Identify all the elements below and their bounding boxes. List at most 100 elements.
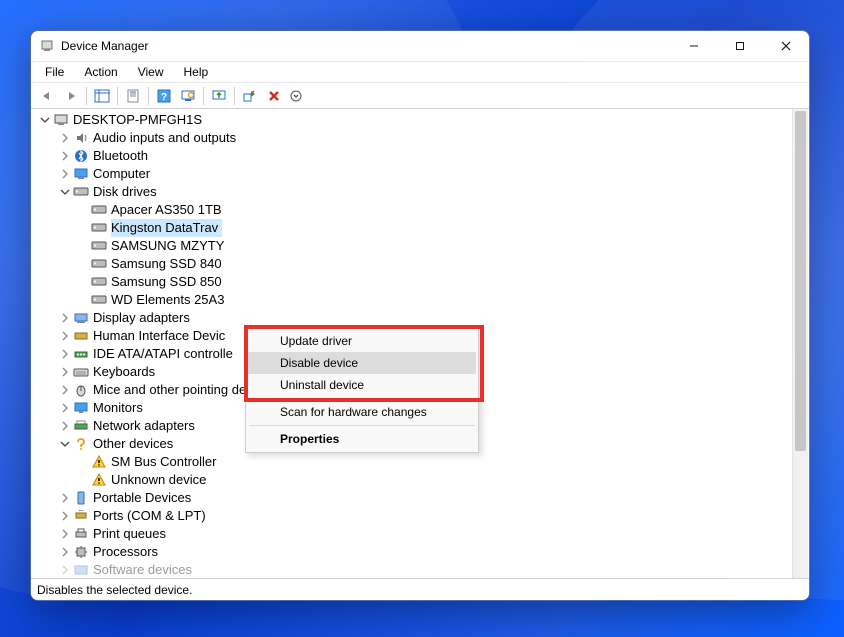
- context-menu-disable-device[interactable]: Disable device: [248, 352, 476, 374]
- tree-item-label: SAMSUNG MZYTY: [111, 237, 224, 255]
- disk-icon: [73, 184, 89, 200]
- expander-icon[interactable]: [59, 348, 71, 360]
- svg-text:?: ?: [161, 92, 167, 103]
- expander-icon[interactable]: [59, 186, 71, 198]
- expander-icon[interactable]: [59, 150, 71, 162]
- update-driver-icon: [212, 89, 226, 103]
- audio-icon: [73, 130, 89, 146]
- context-menu-uninstall-device[interactable]: Uninstall device: [248, 374, 476, 396]
- disk-icon: [91, 256, 107, 272]
- disk-icon: [91, 220, 107, 236]
- tree-item-disk[interactable]: WD Elements 25A3: [35, 291, 805, 309]
- maximize-button[interactable]: [717, 31, 763, 61]
- console-tree-icon: [94, 89, 110, 103]
- expander-icon[interactable]: [59, 312, 71, 324]
- expander-icon[interactable]: [59, 420, 71, 432]
- menubar: File Action View Help: [31, 61, 809, 83]
- network-icon: [73, 418, 89, 434]
- close-button[interactable]: [763, 31, 809, 61]
- toolbar-forward-button[interactable]: [59, 85, 83, 107]
- tree-item-disk[interactable]: Samsung SSD 840: [35, 255, 805, 273]
- context-menu-scan-hardware[interactable]: Scan for hardware changes: [248, 401, 476, 423]
- tree-item-disk[interactable]: SAMSUNG MZYTY: [35, 237, 805, 255]
- uninstall-device-icon: [267, 89, 281, 103]
- scrollbar-thumb[interactable]: [795, 111, 806, 451]
- expander-icon[interactable]: [59, 330, 71, 342]
- toolbar-separator: [148, 87, 149, 105]
- printer-icon: [73, 526, 89, 542]
- tree-item-portable[interactable]: Portable Devices: [35, 489, 805, 507]
- tree-item-label: Display adapters: [93, 309, 190, 327]
- context-menu-update-driver[interactable]: Update driver: [248, 330, 476, 352]
- tree-item-computer[interactable]: Computer: [35, 165, 805, 183]
- tree-item-other-device[interactable]: Unknown device: [35, 471, 805, 489]
- expander-icon[interactable]: [59, 132, 71, 144]
- disk-icon: [91, 238, 107, 254]
- toolbar-update-driver-button[interactable]: [207, 85, 231, 107]
- context-menu-properties[interactable]: Properties: [248, 428, 476, 450]
- tree-item-disk[interactable]: Samsung SSD 850: [35, 273, 805, 291]
- tree-scrollbar[interactable]: [792, 109, 808, 578]
- toolbar-disable-button[interactable]: [238, 85, 262, 107]
- menu-action[interactable]: Action: [76, 63, 125, 81]
- tree-item-label: Bluetooth: [93, 147, 148, 165]
- toolbar-properties-button[interactable]: [121, 85, 145, 107]
- tree-item-disk-drives[interactable]: Disk drives: [35, 183, 805, 201]
- tree-root-row[interactable]: DESKTOP-PMFGH1S: [35, 111, 805, 129]
- software-device-icon: [73, 562, 89, 578]
- toolbar-separator: [234, 87, 235, 105]
- tree-item-label: Unknown device: [111, 471, 206, 489]
- menu-help[interactable]: Help: [176, 63, 217, 81]
- tree-item-software-devices[interactable]: Software devices: [35, 561, 805, 578]
- toolbar-uninstall-button[interactable]: [262, 85, 286, 107]
- display-adapter-icon: [73, 310, 89, 326]
- expander-icon[interactable]: [59, 564, 71, 576]
- menu-file[interactable]: File: [37, 63, 72, 81]
- expander-icon[interactable]: [59, 438, 71, 450]
- expander-icon[interactable]: [59, 168, 71, 180]
- tree-item-disk[interactable]: Apacer AS350 1TB: [35, 201, 805, 219]
- toolbar-help-button[interactable]: ?: [152, 85, 176, 107]
- expander-icon[interactable]: [59, 546, 71, 558]
- expander-icon[interactable]: [59, 528, 71, 540]
- tree-item-other-device[interactable]: SM Bus Controller: [35, 453, 805, 471]
- toolbar-back-button[interactable]: [35, 85, 59, 107]
- tree-item-processors[interactable]: Processors: [35, 543, 805, 561]
- disable-device-icon: [243, 89, 257, 103]
- tree-item-label: WD Elements 25A3: [111, 291, 224, 309]
- tree-item-audio[interactable]: Audio inputs and outputs: [35, 129, 805, 147]
- tree-item-label: Apacer AS350 1TB: [111, 201, 222, 219]
- context-menu: Update driver Disable device Uninstall d…: [245, 327, 479, 453]
- expander-icon[interactable]: [59, 402, 71, 414]
- tree-item-label: Network adapters: [93, 417, 195, 435]
- tree-item-label: Keyboards: [93, 363, 155, 381]
- minimize-button[interactable]: [671, 31, 717, 61]
- portable-icon: [73, 490, 89, 506]
- expander-icon[interactable]: [59, 384, 71, 396]
- tree-item-ports[interactable]: Ports (COM & LPT): [35, 507, 805, 525]
- tree-item-bluetooth[interactable]: Bluetooth: [35, 147, 805, 165]
- tree-item-display-adapters[interactable]: Display adapters: [35, 309, 805, 327]
- expander-icon[interactable]: [59, 366, 71, 378]
- tree-item-label: Portable Devices: [93, 489, 191, 507]
- bluetooth-icon: [73, 148, 89, 164]
- window-controls: [671, 31, 809, 61]
- toolbar-views-button[interactable]: [286, 85, 310, 107]
- menu-view[interactable]: View: [130, 63, 172, 81]
- tree-item-label: Ports (COM & LPT): [93, 507, 206, 525]
- tree-item-print-queues[interactable]: Print queues: [35, 525, 805, 543]
- titlebar: Device Manager: [31, 31, 809, 61]
- toolbar-showhide-button[interactable]: [90, 85, 114, 107]
- toolbar-separator: [203, 87, 204, 105]
- help-icon: ?: [157, 89, 171, 103]
- toolbar: ?: [31, 83, 809, 109]
- tree-item-disk-selected[interactable]: Kingston DataTrav: [35, 219, 805, 237]
- keyboard-icon: [73, 364, 89, 380]
- expander-icon[interactable]: [59, 510, 71, 522]
- expander-icon[interactable]: [39, 114, 51, 126]
- properties-icon: [126, 89, 140, 103]
- ports-icon: [73, 508, 89, 524]
- tree-item-label: Disk drives: [93, 183, 157, 201]
- expander-icon[interactable]: [59, 492, 71, 504]
- toolbar-refresh-button[interactable]: [176, 85, 200, 107]
